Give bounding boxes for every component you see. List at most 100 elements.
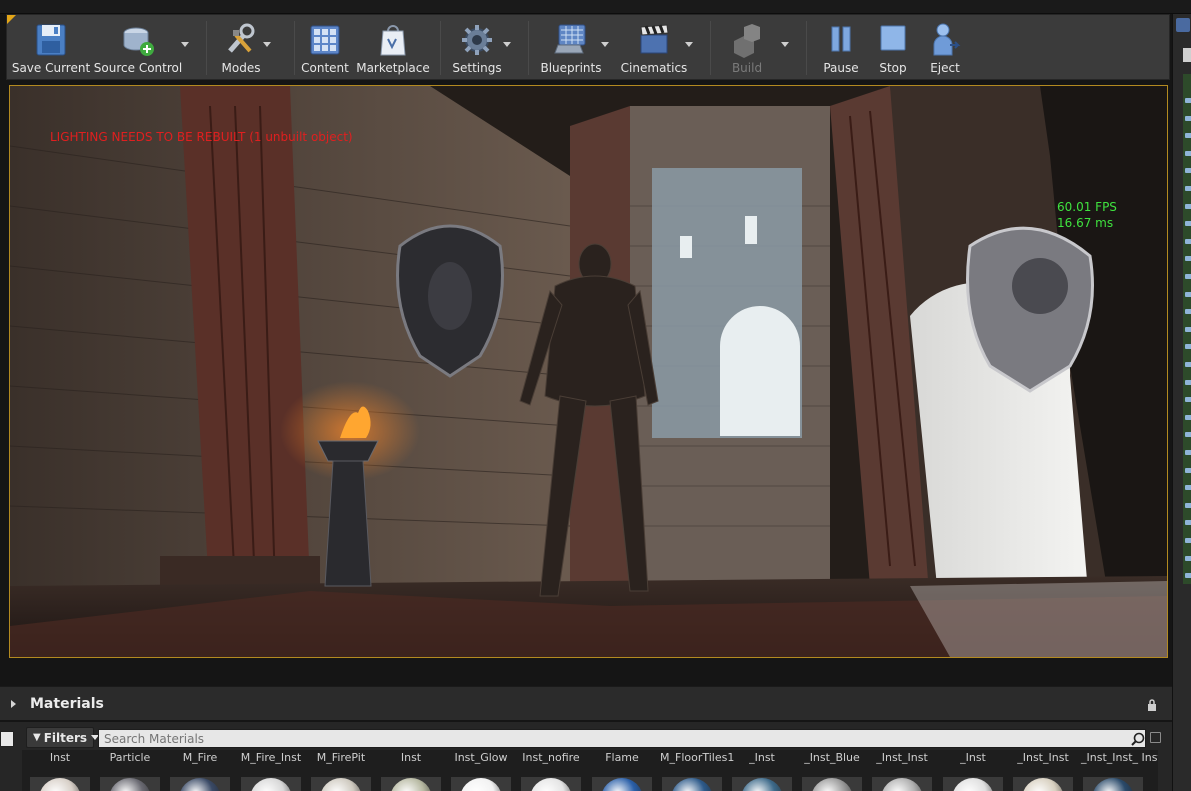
pause-label: Pause [823,61,859,75]
fps-value: 60.01 FPS [1057,200,1117,214]
stop-icon [874,21,912,59]
modes-dropdown-icon[interactable] [263,42,271,47]
content-button[interactable]: Content [301,15,349,79]
visibility-eye-icon[interactable] [1185,379,1191,385]
cinematics-button[interactable]: Cinematics [619,15,689,79]
visibility-eye-icon[interactable] [1185,344,1191,350]
search-input[interactable] [98,729,1146,748]
visibility-eye-icon[interactable] [1185,98,1191,103]
visibility-eye-icon[interactable] [1185,573,1191,579]
visibility-eye-icon[interactable] [1185,186,1191,191]
visibility-eye-icon[interactable] [1185,326,1191,332]
visibility-eye-icon[interactable] [1185,150,1191,156]
visibility-eye-icon[interactable] [1185,115,1191,121]
asset-tile[interactable]: Inst_nofire [519,750,583,791]
asset-tile[interactable]: M_Fire_Inst [239,750,303,791]
visibility-eye-icon[interactable] [1185,203,1191,209]
save-current-button[interactable]: Save Current [12,15,90,79]
visibility-eye-icon[interactable] [1185,467,1191,473]
asset-label: _Inst_Inst [1017,751,1069,764]
visibility-eye-icon[interactable] [1185,256,1191,262]
settings-dropdown-icon[interactable] [503,42,511,47]
build-dropdown-icon[interactable] [781,42,789,47]
material-preview-sphere [811,778,853,791]
level-viewport[interactable]: LIGHTING NEEDS TO BE REBUILT (1 unbuilt … [9,85,1168,658]
main-toolbar: Save Current Source Control Modes Conten… [6,14,1170,80]
asset-tile[interactable]: _Inst_Blue [800,750,864,791]
toolbar-separator [806,21,807,75]
visibility-eye-icon[interactable] [1185,502,1191,508]
asset-label: _Inst_Inst [876,751,928,764]
asset-thumbnail [30,777,90,791]
material-preview-sphere [320,778,362,791]
asset-grid-scrollbar[interactable] [1158,750,1172,791]
material-preview-sphere [1022,778,1064,791]
asset-thumbnail [381,777,441,791]
visibility-eye-icon[interactable] [1185,309,1191,315]
eject-button[interactable]: Eject [921,15,969,79]
settings-button[interactable]: Settings [447,15,507,79]
asset-tile[interactable]: Inst_Glow [449,750,513,791]
toolbar-separator [206,21,207,75]
material-preview-sphere [601,778,643,791]
asset-tile[interactable]: Inst [379,750,443,791]
asset-thumbnail [521,777,581,791]
blueprints-dropdown-icon[interactable] [601,42,609,47]
asset-tile[interactable]: Flame [590,750,654,791]
visibility-eye-icon[interactable] [1185,555,1191,561]
material-preview-sphere [39,778,81,791]
collapse-arrow-icon[interactable] [11,700,16,708]
asset-tile[interactable]: Particle [98,750,162,791]
visibility-eye-icon[interactable] [1185,485,1191,491]
asset-thumbnail [872,777,932,791]
asset-tile[interactable]: Inst [28,750,92,791]
asset-tile[interactable]: _Inst_Inst_ Inst [1081,750,1162,791]
modes-button[interactable]: Modes [213,15,269,79]
visibility-eye-icon[interactable] [1185,538,1191,543]
stop-button[interactable]: Stop [869,15,917,79]
search-icon[interactable] [1131,732,1145,746]
asset-tile[interactable]: _Inst_Inst [870,750,934,791]
visibility-eye-icon[interactable] [1185,133,1191,139]
asset-thumbnail [170,777,230,791]
asset-thumbnail [592,777,652,791]
build-label: Build [731,61,763,75]
asset-tile[interactable]: M_FirePit [309,750,373,791]
outliner-search-edge[interactable] [1183,48,1191,62]
asset-tile[interactable]: _Inst_Inst [1011,750,1075,791]
sources-list-icon[interactable] [0,731,14,747]
visibility-eye-icon[interactable] [1185,397,1191,403]
asset-tile[interactable]: _Inst [941,750,1005,791]
visibility-eye-icon[interactable] [1185,291,1191,297]
visibility-eye-icon[interactable] [1185,238,1191,244]
asset-thumbnail [1083,777,1143,791]
filters-button[interactable]: ▼ Filters [26,727,100,748]
asset-tile[interactable]: _Inst [730,750,794,791]
visibility-eye-icon[interactable] [1185,168,1191,174]
visibility-eye-icon[interactable] [1185,520,1191,526]
asset-thumbnail [732,777,792,791]
source-control-button[interactable]: Source Control [94,15,182,79]
blueprints-button[interactable]: Blueprints [537,15,605,79]
build-blocks-icon [728,21,766,59]
visibility-eye-icon[interactable] [1185,274,1191,279]
cinematics-dropdown-icon[interactable] [685,42,693,47]
asset-tile[interactable]: M_FloorTiles1 [660,750,734,791]
panel-tab-icon[interactable] [1176,18,1190,32]
save-search-icon[interactable] [1150,732,1161,743]
material-preview-sphere [741,778,783,791]
visibility-eye-icon[interactable] [1185,362,1191,367]
material-preview-sphere [881,778,923,791]
pause-button[interactable]: Pause [815,15,867,79]
asset-tile[interactable]: M_Fire [168,750,232,791]
visibility-eye-icon[interactable] [1185,432,1191,438]
settings-gear-icon [458,21,496,59]
visibility-eye-icon[interactable] [1185,414,1191,420]
build-button[interactable]: Build [719,15,775,79]
lock-icon[interactable] [1146,699,1158,711]
visibility-eye-icon[interactable] [1185,450,1191,455]
visibility-eye-icon[interactable] [1185,221,1191,227]
marketplace-button[interactable]: Marketplace [355,15,431,79]
blueprints-icon [552,21,590,59]
source-control-dropdown-icon[interactable] [181,42,189,47]
